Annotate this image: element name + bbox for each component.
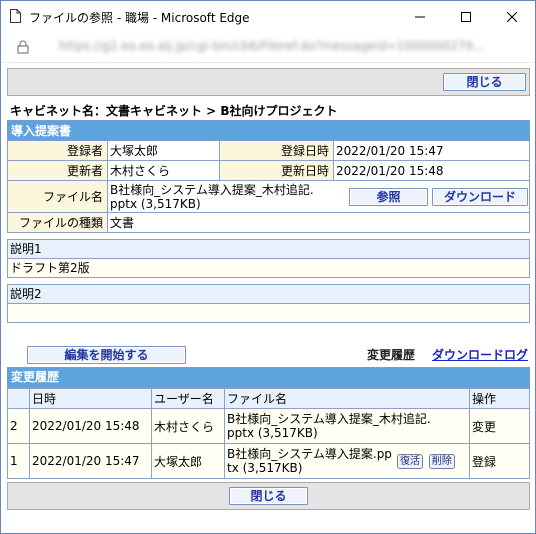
browse-button[interactable]: 参照 — [349, 188, 428, 206]
history-col-op: 操作 — [469, 388, 530, 409]
history-row-datetime: 2022/01/20 15:48 — [29, 408, 152, 444]
description1-value: ドラフト第2版 — [7, 259, 530, 278]
description2-label: 説明2 — [7, 284, 530, 304]
minimize-icon — [415, 16, 425, 17]
filename-value: B社様向_システム導入提案_木村追記.pptx (3,517KB) — [110, 182, 314, 211]
history-col-datetime: 日時 — [29, 388, 152, 409]
close-button-bottom[interactable]: 閉じる — [229, 487, 308, 505]
top-toolbar: 閉じる — [7, 68, 530, 96]
history-row-no: 1 — [7, 443, 30, 479]
action-row: 編集を開始する 変更履歴 ダウンロードログ — [7, 343, 530, 367]
close-window-button[interactable] — [489, 1, 535, 32]
filetype-label: ファイルの種類 — [7, 212, 108, 233]
document-info-table: 導入提案書 登録者 大塚太郎 登録日時 2022/01/20 15:47 更新者… — [7, 120, 530, 233]
address-bar[interactable]: https://g2.eo.eo.aij.jp/cgi-bin/cb6/File… — [1, 32, 535, 63]
restore-button[interactable]: 復活 — [397, 454, 423, 469]
browser-window: ファイルの参照 - 職場 - Microsoft Edge https://g2… — [0, 0, 536, 534]
updated-at-value: 2022/01/20 15:48 — [333, 160, 530, 181]
breadcrumb: キャビネット名：文書キャビネット > B社向けプロジェクト — [10, 104, 338, 118]
history-row-user: 大塚太郎 — [151, 443, 225, 479]
updated-at-label: 更新日時 — [219, 160, 334, 181]
download-log-link[interactable]: ダウンロードログ — [432, 346, 528, 363]
maximize-button[interactable] — [443, 1, 489, 32]
updater-value: 木村さくら — [107, 160, 220, 181]
history-title: 変更履歴 — [7, 367, 530, 388]
window-title: ファイルの参照 - 職場 - Microsoft Edge — [29, 11, 250, 25]
history-col-file: ファイル名 — [224, 388, 470, 409]
minimize-button[interactable] — [397, 1, 443, 32]
registrant-value: 大塚太郎 — [107, 140, 220, 161]
history-row-no: 2 — [7, 408, 30, 444]
edit-start-button[interactable]: 編集を開始する — [27, 346, 186, 364]
registrant-label: 登録者 — [7, 140, 108, 161]
history-row-op: 変更 — [469, 408, 530, 444]
title-bar: ファイルの参照 - 職場 - Microsoft Edge — [1, 1, 535, 32]
close-button[interactable]: 閉じる — [443, 73, 526, 91]
history-row-file: B社様向_システム導入提案_木村追記.pptx (3,517KB) — [227, 412, 431, 440]
filename-label: ファイル名 — [7, 180, 108, 213]
table-row: 2 2022/01/20 15:48 木村さくら B社様向_システム導入提案_木… — [7, 408, 530, 444]
history-col-no — [7, 388, 30, 409]
updater-label: 更新者 — [7, 160, 108, 181]
bottom-toolbar: 閉じる — [7, 482, 530, 510]
description1-label: 説明1 — [7, 239, 530, 259]
close-icon — [507, 11, 517, 22]
history-row-datetime: 2022/01/20 15:47 — [29, 443, 152, 479]
description2-value — [7, 304, 530, 323]
delete-button[interactable]: 削除 — [428, 454, 455, 469]
history-label: 変更履歴 — [367, 348, 416, 362]
history-row-file: B社様向_システム導入提案.pptx (3,517KB) — [227, 447, 392, 475]
lock-icon — [17, 40, 29, 54]
page-icon — [10, 9, 21, 23]
registered-at-value: 2022/01/20 15:47 — [333, 140, 530, 161]
history-row-user: 木村さくら — [151, 408, 225, 444]
history-col-user: ユーザー名 — [151, 388, 225, 409]
section-title: 導入提案書 — [7, 120, 530, 141]
maximize-icon — [461, 11, 471, 22]
history-table: 日時 ユーザー名 ファイル名 操作 2 2022/01/20 15:48 木村さ… — [7, 388, 530, 479]
download-button[interactable]: ダウンロード — [432, 188, 528, 206]
history-row-op: 登録 — [469, 443, 530, 479]
registered-at-label: 登録日時 — [219, 140, 334, 161]
url-text: https://g2.eo.eo.aij.jp/cgi-bin/cb6/File… — [59, 39, 485, 53]
filetype-value: 文書 — [107, 212, 530, 233]
page-content: 閉じる キャビネット名：文書キャビネット > B社向けプロジェクト 導入提案書 … — [7, 68, 530, 510]
table-row: 1 2022/01/20 15:47 大塚太郎 B社様向_システム導入提案.pp… — [7, 443, 530, 479]
